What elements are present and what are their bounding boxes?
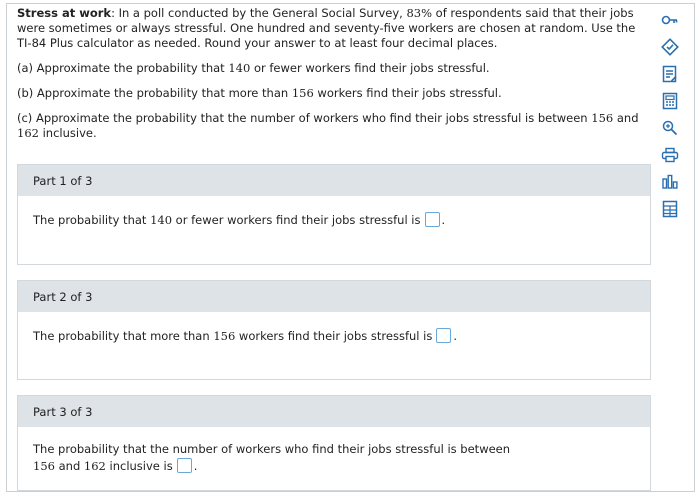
part-3-number-2: 162 <box>83 459 106 473</box>
table-icon <box>662 200 678 218</box>
part-3-text: The probability that the number of worke… <box>33 442 511 456</box>
question-c-number-2: 162 <box>17 126 39 140</box>
question-c: (c) Approximate the probability that the… <box>17 111 645 141</box>
calculator-button[interactable] <box>659 90 681 112</box>
part-2-answer-input[interactable] <box>436 328 452 343</box>
part-2-panel: Part 2 of 3 The probability that more th… <box>17 280 651 380</box>
part-3-body: The probability that the number of worke… <box>18 427 650 475</box>
question-c-text: (c) Approximate the probability that the… <box>17 111 592 125</box>
notes-button[interactable] <box>659 63 681 85</box>
problem-intro: Stress at work: In a poll conducted by t… <box>17 6 645 51</box>
part-1-header: Part 1 of 3 <box>18 165 650 196</box>
question-a-number: 140 <box>228 61 251 75</box>
part-1-period: . <box>441 213 446 227</box>
part-3-header: Part 3 of 3 <box>18 396 650 427</box>
part-2-text-end: workers find their jobs stressful is <box>235 329 433 343</box>
data-search-icon <box>661 119 679 137</box>
calculator-icon <box>662 92 678 110</box>
check-answer-icon <box>661 38 679 56</box>
question-a-text: (a) Approximate the probability that <box>17 61 229 75</box>
part-3-and: and <box>54 459 84 473</box>
part-1-answer-input[interactable] <box>424 212 440 227</box>
part-3-period: . <box>193 459 198 473</box>
key-button[interactable] <box>659 9 681 31</box>
question-c-and: and <box>613 111 639 125</box>
part-2-header: Part 2 of 3 <box>18 281 650 312</box>
data-search-button[interactable] <box>659 117 681 139</box>
part-1-body: The probability that 140 or fewer worker… <box>18 196 650 229</box>
question-b: (b) Approximate the probability that mor… <box>17 86 645 101</box>
part-3-text-end: inclusive is <box>105 459 173 473</box>
chart-icon <box>661 174 679 190</box>
print-button[interactable] <box>659 144 681 166</box>
question-c-number-1: 156 <box>591 111 614 125</box>
part-1-panel: Part 1 of 3 The probability that 140 or … <box>17 164 651 265</box>
part-1-text: The probability that <box>33 213 151 227</box>
question-a-text-end: or fewer workers find their jobs stressf… <box>250 61 490 75</box>
part-3-number-1: 156 <box>33 459 55 473</box>
question-b-number: 156 <box>291 86 314 100</box>
part-3-panel: Part 3 of 3 The probability that the num… <box>17 395 651 491</box>
key-icon <box>661 13 679 27</box>
part-3-line-2: 156 and 162 inclusive is. <box>33 458 635 475</box>
question-c-text-end: inclusive. <box>38 126 97 140</box>
problem-statement: Stress at work: In a poll conducted by t… <box>17 6 645 154</box>
chart-button[interactable] <box>659 171 681 193</box>
table-button[interactable] <box>659 198 681 220</box>
part-1-text-end: or fewer workers find their jobs stressf… <box>172 213 421 227</box>
question-b-text-end: workers find their jobs stressful. <box>313 86 502 100</box>
percent-value: 83% <box>406 6 433 20</box>
part-2-number: 156 <box>213 329 236 343</box>
problem-title: Stress at work <box>17 6 112 20</box>
print-icon <box>661 147 679 163</box>
tools-sidebar <box>656 9 684 225</box>
notes-icon <box>662 65 678 83</box>
part-1-number: 140 <box>150 213 173 227</box>
part-2-period: . <box>453 329 457 343</box>
intro-text-1: : In a poll conducted by the General Soc… <box>111 6 407 20</box>
part-2-body: The probability that more than 156 worke… <box>18 312 650 345</box>
check-answer-button[interactable] <box>659 36 681 58</box>
question-b-text: (b) Approximate the probability that mor… <box>17 86 292 100</box>
part-3-answer-input[interactable] <box>176 458 192 473</box>
part-2-text: The probability that more than <box>33 329 214 343</box>
question-a: (a) Approximate the probability that 140… <box>17 61 645 76</box>
